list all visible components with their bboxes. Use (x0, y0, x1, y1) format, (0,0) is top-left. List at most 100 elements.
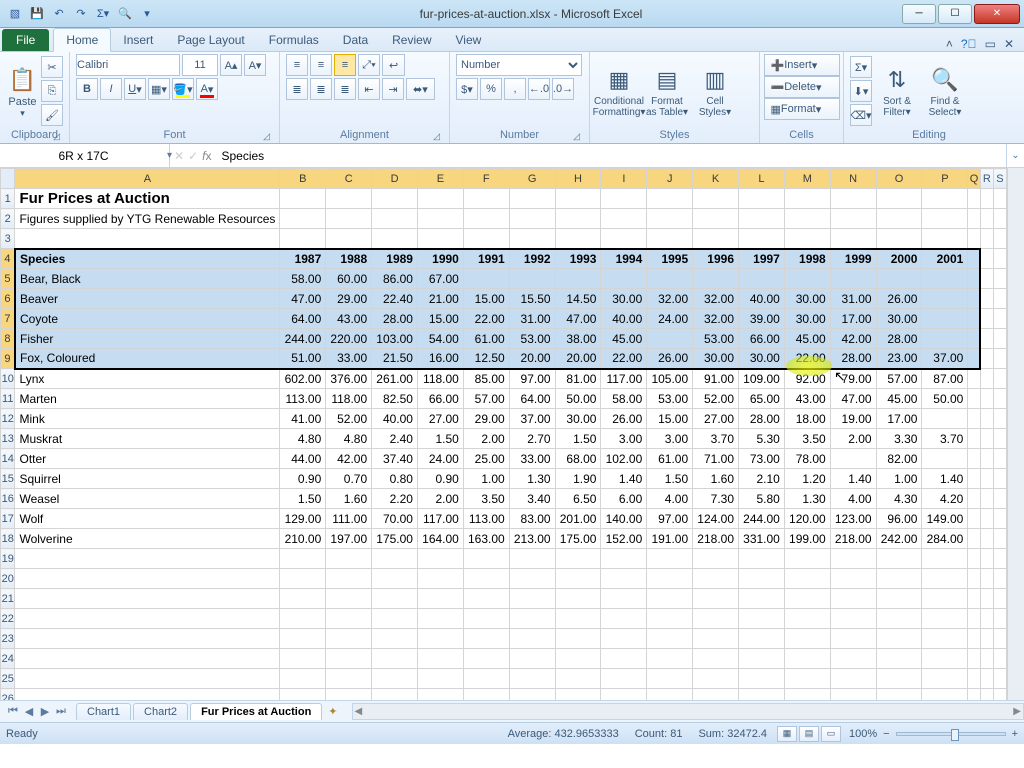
cell[interactable] (15, 549, 280, 569)
cell[interactable] (784, 189, 830, 209)
cell[interactable] (993, 249, 1006, 269)
cell[interactable] (784, 269, 830, 289)
cell[interactable] (993, 569, 1006, 589)
cell[interactable]: 31.00 (509, 309, 555, 329)
row-header[interactable]: 4 (1, 249, 15, 269)
underline-button[interactable]: U▾ (124, 78, 146, 100)
cell[interactable]: 1.40 (922, 469, 968, 489)
italic-button[interactable]: I (100, 78, 122, 100)
cell[interactable] (830, 609, 876, 629)
cell[interactable]: 1.30 (509, 469, 555, 489)
cell[interactable]: 42.00 (830, 329, 876, 349)
cell[interactable]: 97.00 (647, 509, 693, 529)
cell[interactable]: 0.80 (372, 469, 418, 489)
cell[interactable]: 1.60 (326, 489, 372, 509)
vertical-scrollbar[interactable] (1007, 168, 1024, 700)
cell[interactable] (601, 229, 647, 249)
cell[interactable]: 15.00 (647, 409, 693, 429)
cell[interactable]: 45.00 (784, 329, 830, 349)
cell[interactable] (876, 609, 922, 629)
cell[interactable]: 30.00 (784, 309, 830, 329)
cell[interactable] (784, 609, 830, 629)
font-launcher[interactable]: ◿ (260, 131, 273, 142)
cell[interactable] (326, 689, 372, 701)
row-header[interactable]: 13 (1, 429, 15, 449)
cell[interactable]: 1.20 (784, 469, 830, 489)
cell[interactable] (739, 629, 785, 649)
increase-decimal-button[interactable]: ←.0 (528, 78, 550, 100)
column-header[interactable]: S (993, 169, 1006, 189)
alignment-launcher[interactable]: ◿ (430, 131, 443, 142)
cell[interactable] (647, 329, 693, 349)
cell[interactable]: 26.00 (876, 289, 922, 309)
cell[interactable] (830, 189, 876, 209)
cell[interactable] (647, 229, 693, 249)
bold-button[interactable]: B (76, 78, 98, 100)
horizontal-scrollbar[interactable]: ◀▶ (352, 703, 1024, 720)
cell[interactable] (968, 429, 980, 449)
cell[interactable] (830, 209, 876, 229)
cell[interactable] (280, 209, 326, 229)
find-select-button[interactable]: 🔍Find &Select▾ (922, 64, 968, 118)
cell[interactable]: 45.00 (601, 329, 647, 349)
cell[interactable]: 47.00 (830, 389, 876, 409)
cell[interactable] (980, 549, 993, 569)
sheet-tab[interactable]: Chart1 (76, 703, 131, 720)
cell[interactable] (968, 449, 980, 469)
cell[interactable]: 4.20 (922, 489, 968, 509)
cell[interactable]: 17.00 (830, 309, 876, 329)
cell[interactable]: 38.00 (555, 329, 601, 349)
clear-button[interactable]: ⌫▾ (850, 104, 872, 126)
cell[interactable]: 44.00 (280, 449, 326, 469)
clipboard-launcher[interactable]: ◿ (50, 131, 63, 142)
cell[interactable]: 16.00 (417, 349, 463, 369)
cell[interactable] (993, 309, 1006, 329)
cell[interactable] (980, 529, 993, 549)
cell[interactable]: 1998 (784, 249, 830, 269)
cell[interactable]: 33.00 (326, 349, 372, 369)
cell[interactable] (980, 349, 993, 369)
cell[interactable]: 18.00 (784, 409, 830, 429)
cell[interactable]: 2.40 (372, 429, 418, 449)
cell[interactable] (993, 629, 1006, 649)
cell[interactable] (280, 689, 326, 701)
increase-indent-button[interactable]: ⇥ (382, 78, 404, 100)
cell[interactable]: 1997 (739, 249, 785, 269)
fill-button[interactable]: ⬇▾ (850, 80, 872, 102)
cell[interactable] (980, 269, 993, 289)
cancel-formula-icon[interactable]: ✕ (174, 149, 184, 163)
cell[interactable] (739, 229, 785, 249)
cell[interactable] (463, 189, 509, 209)
copy-button[interactable]: ⎘ (41, 80, 63, 102)
cell[interactable]: 96.00 (876, 509, 922, 529)
cell[interactable] (830, 589, 876, 609)
cell[interactable] (509, 549, 555, 569)
cell[interactable]: 1993 (555, 249, 601, 269)
cell[interactable]: 3.50 (463, 489, 509, 509)
delete-cells-button[interactable]: ➖ Delete ▾ (764, 76, 840, 98)
cell[interactable] (980, 469, 993, 489)
cell[interactable] (784, 629, 830, 649)
cell[interactable] (601, 269, 647, 289)
cell[interactable] (968, 209, 980, 229)
cell[interactable] (739, 549, 785, 569)
cell[interactable] (830, 669, 876, 689)
cell[interactable] (876, 549, 922, 569)
cell[interactable]: 109.00 (739, 369, 785, 389)
cell[interactable] (509, 569, 555, 589)
row-header[interactable]: 22 (1, 609, 15, 629)
cell[interactable]: 68.00 (555, 449, 601, 469)
cell[interactable] (555, 549, 601, 569)
cell[interactable]: Weasel (15, 489, 280, 509)
cell[interactable] (980, 449, 993, 469)
cell[interactable] (509, 589, 555, 609)
expand-formula-bar[interactable]: ⌄ (1006, 144, 1024, 167)
cell[interactable] (417, 629, 463, 649)
cell[interactable] (693, 209, 739, 229)
tab-review[interactable]: Review (380, 29, 443, 51)
cell[interactable] (968, 649, 980, 669)
cell[interactable] (922, 609, 968, 629)
cell[interactable]: 111.00 (326, 509, 372, 529)
cell[interactable]: Species (15, 249, 280, 269)
cell[interactable] (280, 649, 326, 669)
